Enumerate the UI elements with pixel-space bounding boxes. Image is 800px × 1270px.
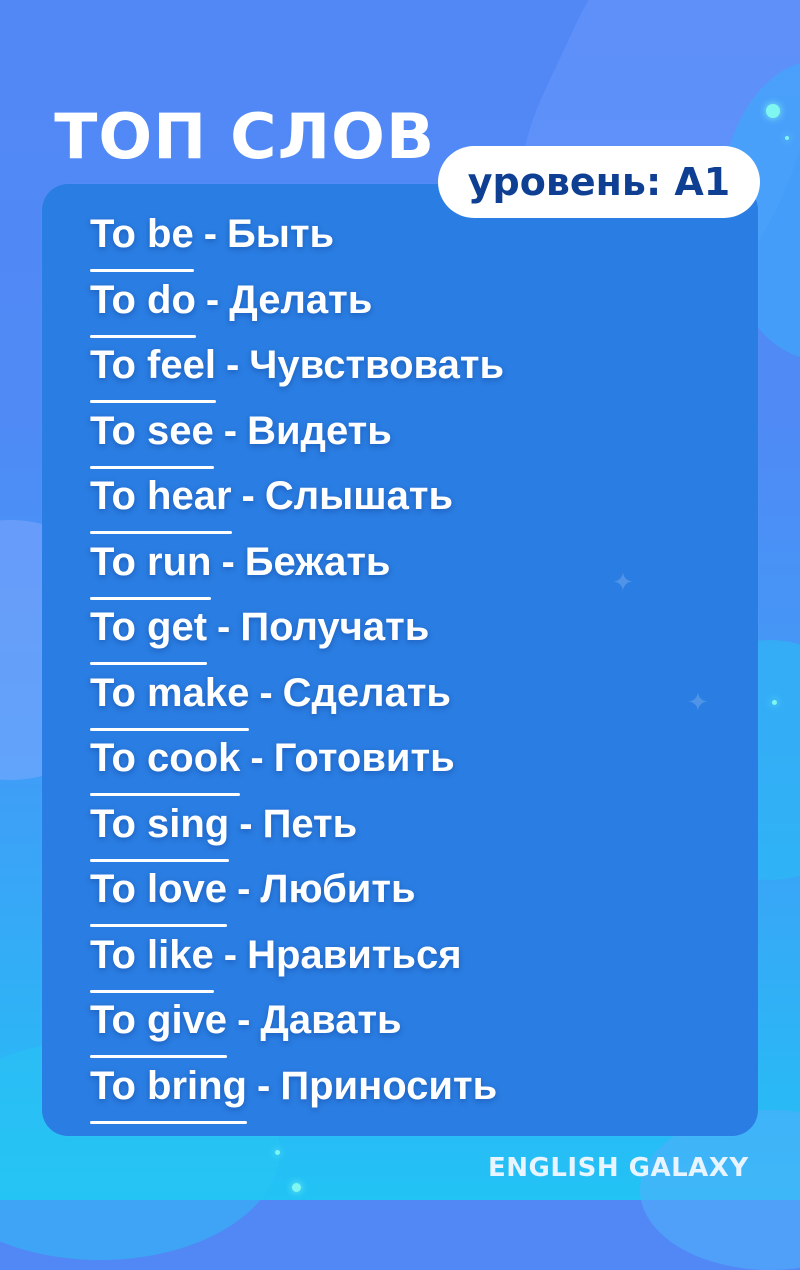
english-word: To cook xyxy=(90,730,241,796)
word-row: To cook - Готовить xyxy=(90,730,504,796)
russian-translation: Петь xyxy=(262,801,358,846)
russian-translation: Бежать xyxy=(244,539,391,584)
russian-translation: Сделать xyxy=(282,670,452,715)
english-word: To give xyxy=(90,992,228,1058)
russian-translation: Нравиться xyxy=(247,932,462,977)
word-row: To give - Давать xyxy=(90,992,504,1058)
glow-dot-icon xyxy=(292,1183,301,1192)
separator: - xyxy=(241,474,255,518)
russian-translation: Любить xyxy=(260,867,416,911)
russian-translation: Видеть xyxy=(247,408,392,453)
separator: - xyxy=(237,867,251,911)
word-row: To feel - Чувствовать xyxy=(90,337,504,403)
russian-translation: Приносить xyxy=(280,1063,498,1108)
word-row: To hear - Слышать xyxy=(90,468,504,534)
english-word: To feel xyxy=(90,337,216,403)
separator: - xyxy=(259,670,273,715)
glow-dot-icon xyxy=(766,104,780,118)
russian-translation: Давать xyxy=(260,998,402,1042)
word-row: To make - Сделать xyxy=(90,665,504,731)
separator: - xyxy=(225,343,240,387)
word-row: To get - Получать xyxy=(90,599,504,665)
separator: - xyxy=(239,801,253,846)
english-word: To make xyxy=(90,665,250,731)
separator: - xyxy=(223,408,238,453)
separator: - xyxy=(221,539,235,584)
separator: - xyxy=(237,998,251,1042)
russian-translation: Слышать xyxy=(264,474,454,518)
separator: - xyxy=(223,932,238,977)
word-row: To love - Любить xyxy=(90,861,504,927)
word-row: To sing - Петь xyxy=(90,796,504,862)
separator: - xyxy=(257,1063,271,1108)
english-word: To bring xyxy=(90,1058,247,1124)
word-row: To see - Видеть xyxy=(90,403,504,469)
page-title: ТОП СЛОВ xyxy=(54,100,436,173)
separator: - xyxy=(205,277,220,322)
english-word: To get xyxy=(90,599,208,665)
brand-logo-text: ENGLISH GALAXY xyxy=(488,1153,749,1183)
english-word: To see xyxy=(90,403,214,469)
word-row: To like - Нравиться xyxy=(90,927,504,993)
english-word: To be xyxy=(90,206,194,272)
english-word: To love xyxy=(90,861,228,927)
word-row: To be - Быть xyxy=(90,206,504,272)
english-word: To like xyxy=(90,927,214,993)
glow-dot-icon xyxy=(772,700,777,705)
english-word: To do xyxy=(90,272,196,338)
russian-translation: Чувствовать xyxy=(249,343,505,387)
russian-translation: Быть xyxy=(227,212,335,256)
word-list: To be - Быть To do - Делать To feel - Чувствов… xyxy=(90,206,504,1124)
sparkle-icon: ✦ xyxy=(687,687,709,717)
word-row: To do - Делать xyxy=(90,272,504,338)
word-row: To bring - Приносить xyxy=(90,1058,504,1124)
glow-dot-icon xyxy=(785,136,789,140)
russian-translation: Получать xyxy=(240,605,430,649)
separator: - xyxy=(203,212,218,256)
english-word: To hear xyxy=(90,468,232,534)
english-word: To sing xyxy=(90,796,230,862)
sparkle-icon: ✦ xyxy=(612,567,634,597)
word-row: To run - Бежать xyxy=(90,534,504,600)
separator: - xyxy=(217,605,231,649)
glow-dot-icon xyxy=(275,1150,280,1155)
russian-translation: Готовить xyxy=(273,736,455,780)
separator: - xyxy=(250,736,264,780)
english-word: To run xyxy=(90,534,212,600)
russian-translation: Делать xyxy=(229,277,373,322)
